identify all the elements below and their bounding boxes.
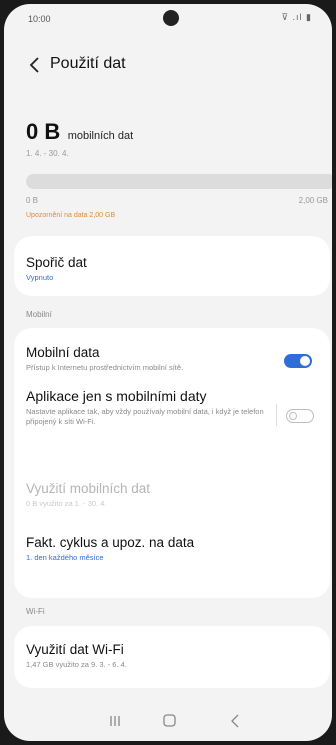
mobile-data-row[interactable]: Mobilní data Přístup k Internetu prostře… xyxy=(26,344,270,373)
scale-min-label: 0 B xyxy=(26,196,39,205)
wifi-card: Využití dat Wi-Fi 1,47 GB využito za 9. … xyxy=(14,626,330,688)
usage-period: 1. 4. - 30. 4. xyxy=(26,149,69,158)
mobile-only-apps-row[interactable]: Aplikace jen s mobilními daty Nastavte a… xyxy=(26,388,270,427)
section-mobile: Mobilní xyxy=(26,310,52,319)
mobile-data-subtitle: Přístup k Internetu prostřednictvím mobi… xyxy=(26,363,184,372)
scale-max-label: 2,00 GB xyxy=(298,196,328,205)
mobile-usage-title: Využití mobilních dat xyxy=(26,481,151,496)
usage-summary: 0 B mobilních dat 1. 4. - 30. 4. xyxy=(26,119,316,158)
row-divider xyxy=(276,404,277,426)
mobile-only-apps-title: Aplikace jen s mobilními daty xyxy=(26,388,207,404)
mobile-only-apps-subtitle: Nastavte aplikace tak, aby vždy používal… xyxy=(26,407,264,426)
back-arrow-icon[interactable] xyxy=(24,54,46,76)
status-time: 10:00 xyxy=(28,14,51,24)
billing-cycle-subtitle: 1. den každého měsíce xyxy=(26,553,104,562)
toggle-knob xyxy=(300,356,310,366)
usage-unit: mobilních dat xyxy=(67,130,134,142)
status-bar: 10:00 ⊽ .ıl ▮ xyxy=(4,4,332,32)
phone-screen: 10:00 ⊽ .ıl ▮ Použití dat 0 B mobilních … xyxy=(4,4,332,741)
data-saver-title: Spořič dat xyxy=(26,255,87,270)
wifi-usage-title: Využití dat Wi-Fi xyxy=(26,642,124,657)
status-icons: ⊽ .ıl ▮ xyxy=(281,12,312,22)
billing-cycle-title: Fakt. cyklus a upoz. na data xyxy=(26,535,195,550)
mobile-usage-row: Využití mobilních dat 0 B využito za 1. … xyxy=(26,480,270,509)
wifi-usage-row[interactable]: Využití dat Wi-Fi 1,47 GB využito za 9. … xyxy=(26,641,270,670)
mobile-card: Mobilní data Přístup k Internetu prostře… xyxy=(14,328,330,598)
billing-cycle-row[interactable]: Fakt. cyklus a upoz. na data 1. den každ… xyxy=(26,534,270,563)
title-bar: Použití dat xyxy=(4,48,332,84)
toggle-knob xyxy=(289,411,297,420)
mobile-data-title: Mobilní data xyxy=(26,345,100,360)
home-icon[interactable] xyxy=(154,711,184,731)
mobile-data-toggle[interactable] xyxy=(284,354,312,368)
camera-cutout xyxy=(163,10,179,26)
section-wifi: Wi-Fi xyxy=(26,607,45,616)
data-warning-label: Upozornění na data 2,00 GB xyxy=(26,212,116,219)
back-icon[interactable] xyxy=(220,711,250,731)
data-saver-card: Spořič dat Vypnuto xyxy=(14,236,330,296)
wifi-usage-subtitle: 1,47 GB využito za 9. 3. - 6. 4. xyxy=(26,660,127,669)
data-saver-row[interactable]: Spořič dat Vypnuto xyxy=(26,254,270,283)
usage-value: 0 B xyxy=(26,119,61,144)
recent-apps-icon[interactable] xyxy=(100,711,130,731)
navigation-bar xyxy=(4,699,332,741)
data-saver-status: Vypnuto xyxy=(26,273,54,282)
mobile-usage-subtitle: 0 B využito za 1. - 30. 4. xyxy=(26,499,107,508)
page-title: Použití dat xyxy=(50,55,126,72)
usage-progress-bar xyxy=(26,174,332,189)
mobile-only-apps-toggle[interactable] xyxy=(286,409,314,423)
